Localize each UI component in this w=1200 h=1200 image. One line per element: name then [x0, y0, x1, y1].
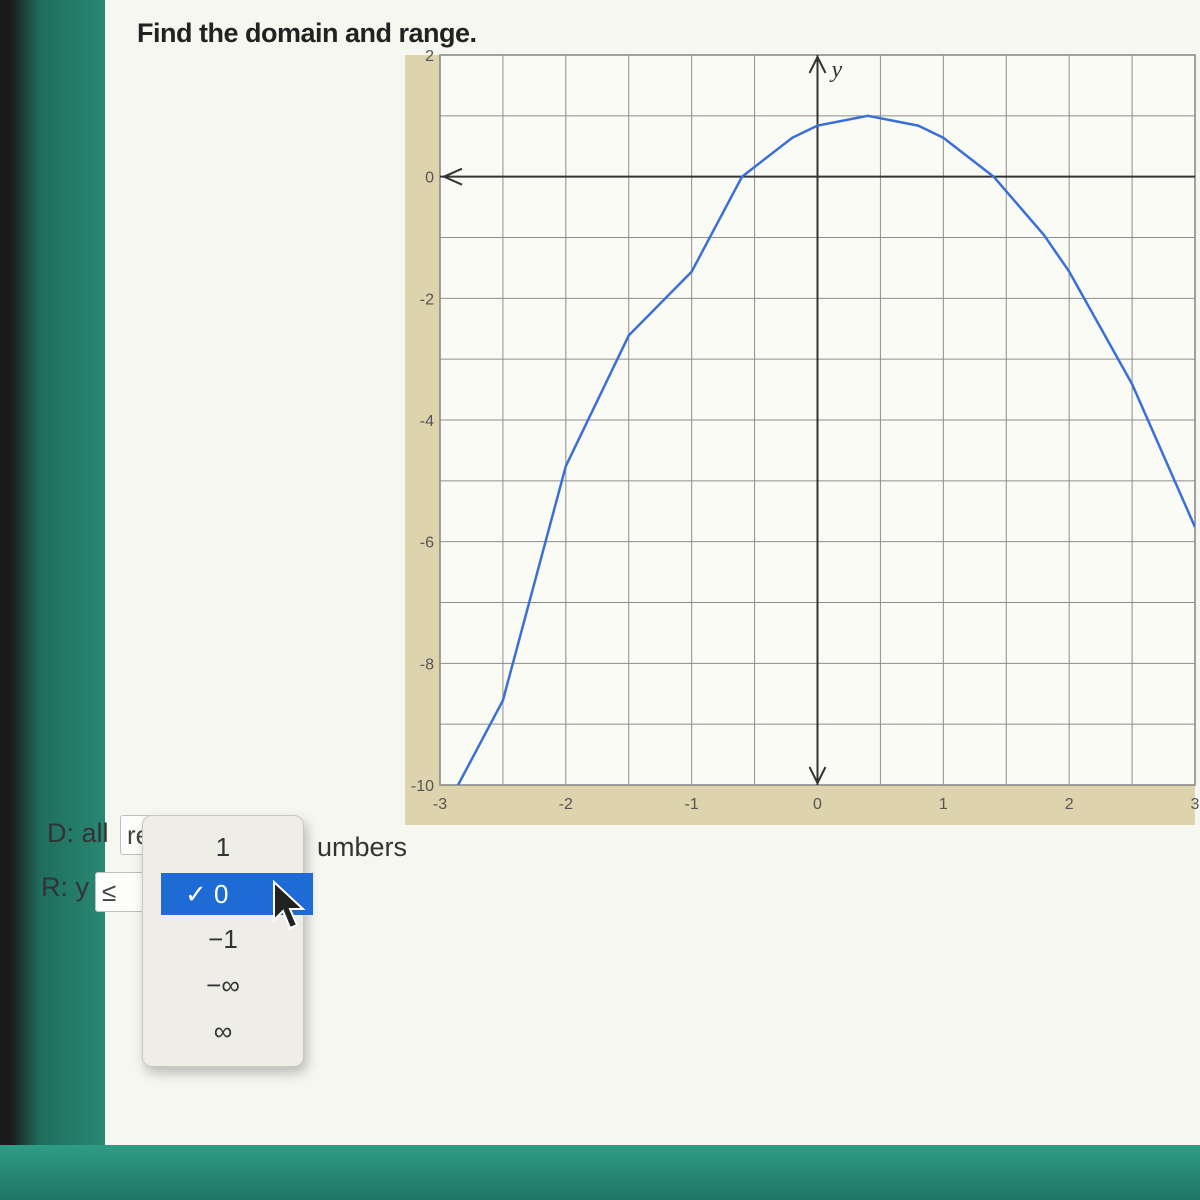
bottom-toolbar [0, 1145, 1200, 1200]
dropdown-option[interactable]: ∞ [143, 1010, 303, 1052]
dropdown-option[interactable]: −∞ [143, 964, 303, 1006]
answer-area: D: all re umbers R: y ≤ 1 ✓ 0 −1 −∞ ∞ [41, 0, 1200, 1150]
range-value-dropdown[interactable]: 1 ✓ 0 −1 −∞ ∞ [142, 815, 313, 1067]
left-sidebar-edge [0, 0, 110, 1200]
dropdown-option[interactable]: 1 [143, 826, 303, 868]
question-page: Find the domain and range. y 2 0 -2 -4 -6 -8 -1… [41, 0, 1200, 1150]
range-operator-select[interactable]: ≤ [95, 872, 149, 912]
domain-suffix: umbers [317, 832, 408, 862]
domain-label: D: all [47, 818, 109, 848]
mouse-cursor-icon [273, 880, 306, 930]
range-label: R: y [41, 872, 90, 902]
